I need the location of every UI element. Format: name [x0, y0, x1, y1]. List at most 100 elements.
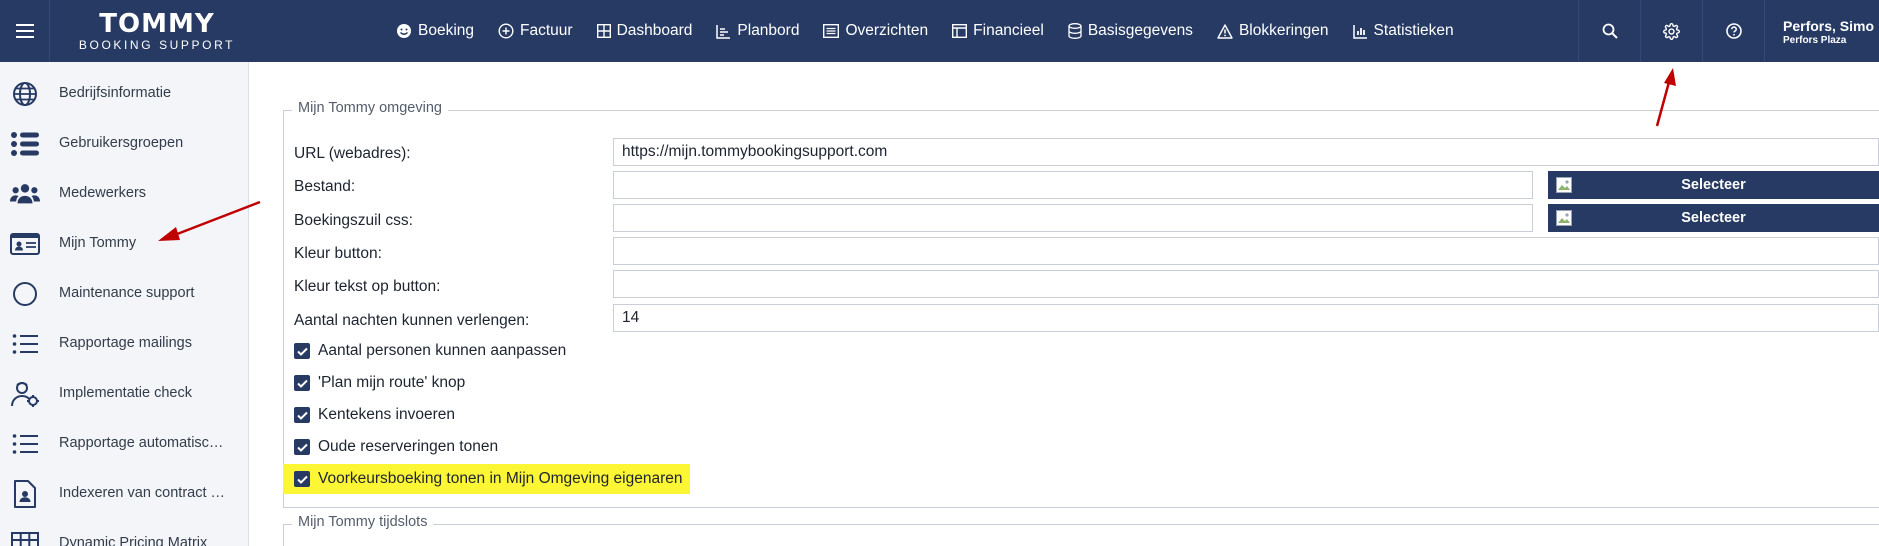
- sidebar-item-rapportage-automatisch[interactable]: Rapportage automatisc…: [0, 419, 248, 469]
- sidebar-item-label: Rapportage mailings: [59, 335, 192, 351]
- warning-icon: [1217, 23, 1233, 39]
- nav-basisgegevens[interactable]: Basisgegevens: [1056, 0, 1205, 62]
- hamburger-menu-button[interactable]: [0, 0, 50, 62]
- chart-icon: [716, 24, 731, 39]
- button-color-input[interactable]: [613, 237, 1879, 265]
- select-file-button-label: Selecteer: [1681, 177, 1746, 193]
- nav-dashboard-label: Dashboard: [616, 22, 693, 39]
- user-company: Perfors Plaza: [1783, 35, 1847, 46]
- checkbox-checked[interactable]: [294, 471, 310, 487]
- nav-planbord-label: Planbord: [737, 22, 800, 39]
- sidebar-item-dynamic-pricing-matrix[interactable]: Dynamic Pricing Matrix: [0, 519, 248, 546]
- checkbox-plan-mijn-route[interactable]: 'Plan mijn route' knop: [294, 370, 465, 396]
- sidebar-item-medewerkers[interactable]: Medewerkers: [0, 169, 248, 219]
- smiley-icon: [397, 24, 411, 38]
- nav-factuur[interactable]: Factuur: [486, 0, 585, 62]
- sidebar-item-indexeren-contract[interactable]: Indexeren van contract …: [0, 469, 248, 519]
- nav-statistieken[interactable]: Statistieken: [1341, 0, 1466, 62]
- sidebar-item-label: Maintenance support: [59, 285, 195, 301]
- nav-factuur-label: Factuur: [520, 22, 573, 39]
- nights-input[interactable]: [613, 304, 1879, 332]
- select-css-button-label: Selecteer: [1681, 210, 1746, 226]
- url-input[interactable]: [613, 138, 1879, 166]
- sidebar-item-label: Indexeren van contract …: [59, 485, 226, 501]
- sidebar-item-rapportage-mailings[interactable]: Rapportage mailings: [0, 319, 248, 369]
- logo-subtitle: BOOKING SUPPORT: [78, 38, 236, 52]
- top-navigation-bar: TOMMY BOOKING SUPPORT Boeking Factuur Da…: [0, 0, 1879, 62]
- check-icon: [296, 443, 308, 452]
- settings-sidebar: Bedrijfsinformatie Gebruikersgroepen Med…: [0, 62, 249, 546]
- sidebar-item-label: Medewerkers: [59, 185, 147, 201]
- nav-dashboard[interactable]: Dashboard: [585, 0, 705, 62]
- id-card-icon: [10, 230, 40, 258]
- sidebar-item-label: Gebruikersgroepen: [59, 135, 184, 151]
- sidebar-item-label: Implementatie check: [59, 385, 192, 401]
- nav-boeking-label: Boeking: [418, 22, 475, 39]
- checkbox-voorkeursboeking[interactable]: Voorkeursboeking tonen in Mijn Omgeving …: [283, 464, 691, 494]
- database-icon: [1068, 23, 1082, 39]
- checkbox-oude-reserveringen[interactable]: Oude reserveringen tonen: [294, 434, 498, 460]
- file-label: Bestand:: [294, 178, 356, 195]
- search-icon: [1602, 23, 1618, 39]
- bar-chart-icon: [1352, 24, 1367, 39]
- circle-icon: [10, 280, 40, 308]
- nights-label: Aantal nachten kunnen verlengen:: [294, 312, 530, 329]
- nav-overzichten[interactable]: Overzichten: [811, 0, 940, 62]
- section-title: Mijn Tommy omgeving: [292, 100, 448, 116]
- select-css-button[interactable]: Selecteer: [1548, 204, 1879, 232]
- nav-planbord[interactable]: Planbord: [704, 0, 811, 62]
- sidebar-item-maintenance-support[interactable]: Maintenance support: [0, 269, 248, 319]
- sidebar-item-bedrijfsinformatie[interactable]: Bedrijfsinformatie: [0, 69, 248, 119]
- tommy-logo[interactable]: TOMMY BOOKING SUPPORT: [66, 10, 248, 52]
- gear-icon: [1663, 22, 1680, 40]
- button-text-color-input[interactable]: [613, 270, 1879, 298]
- nav-financieel[interactable]: Financieel: [940, 0, 1056, 62]
- css-input[interactable]: [613, 204, 1533, 232]
- check-icon: [296, 475, 308, 484]
- url-label: URL (webadres):: [294, 145, 411, 162]
- checkbox-checked[interactable]: [294, 439, 310, 455]
- file-user-icon: [10, 480, 40, 508]
- help-icon: [1725, 23, 1742, 39]
- checkbox-label: Kentekens invoeren: [318, 406, 456, 423]
- main-content: Mijn Tommy omgeving URL (webadres): Best…: [250, 62, 1879, 546]
- toggles-icon: [10, 130, 40, 158]
- nav-blokkeringen[interactable]: Blokkeringen: [1205, 0, 1341, 62]
- sidebar-item-implementatie-check[interactable]: Implementatie check: [0, 369, 248, 419]
- search-button[interactable]: [1578, 0, 1640, 62]
- sidebar-item-mijn-tommy[interactable]: Mijn Tommy: [0, 219, 248, 269]
- grid-table-icon: [10, 530, 40, 546]
- checkbox-checked[interactable]: [294, 407, 310, 423]
- sidebar-item-label: Rapportage automatisc…: [59, 435, 224, 451]
- logo-title: TOMMY: [99, 9, 215, 39]
- user-gear-icon: [10, 380, 40, 408]
- sidebar-item-label: Mijn Tommy: [59, 235, 137, 251]
- nav-basisgegevens-label: Basisgegevens: [1087, 22, 1193, 39]
- settings-button[interactable]: [1640, 0, 1702, 62]
- nav-boeking[interactable]: Boeking: [384, 0, 486, 62]
- nav-financieel-label: Financieel: [973, 22, 1044, 39]
- sidebar-item-label: Bedrijfsinformatie: [59, 85, 172, 101]
- select-file-button[interactable]: Selecteer: [1548, 171, 1879, 199]
- check-icon: [296, 379, 308, 388]
- button-color-label: Kleur button:: [294, 245, 382, 262]
- nav-statistieken-label: Statistieken: [1373, 22, 1454, 39]
- checkbox-label: Voorkeursboeking tonen in Mijn Omgeving …: [318, 470, 683, 487]
- list-box-icon: [823, 24, 840, 38]
- nav-overzichten-label: Overzichten: [845, 22, 929, 39]
- mijn-tommy-tijdslots-section: Mijn Tommy tijdslots: [283, 514, 1879, 546]
- css-label: Boekingszuil css:: [294, 212, 413, 229]
- checkbox-kentekens[interactable]: Kentekens invoeren: [294, 402, 455, 428]
- checkbox-checked[interactable]: [294, 343, 310, 359]
- checkbox-aantal-personen[interactable]: Aantal personen kunnen aanpassen: [294, 338, 566, 364]
- globe-icon: [10, 80, 40, 108]
- grid-icon: [596, 24, 611, 38]
- user-menu[interactable]: Perfors, Simo Perfors Plaza: [1764, 0, 1879, 62]
- file-input[interactable]: [613, 171, 1533, 199]
- app-window: TOMMY BOOKING SUPPORT Boeking Factuur Da…: [0, 0, 1879, 546]
- sidebar-item-gebruikersgroepen[interactable]: Gebruikersgroepen: [0, 119, 248, 169]
- nav-blokkeringen-label: Blokkeringen: [1238, 22, 1329, 39]
- list-icon: [10, 330, 40, 358]
- help-button[interactable]: [1702, 0, 1764, 62]
- checkbox-checked[interactable]: [294, 375, 310, 391]
